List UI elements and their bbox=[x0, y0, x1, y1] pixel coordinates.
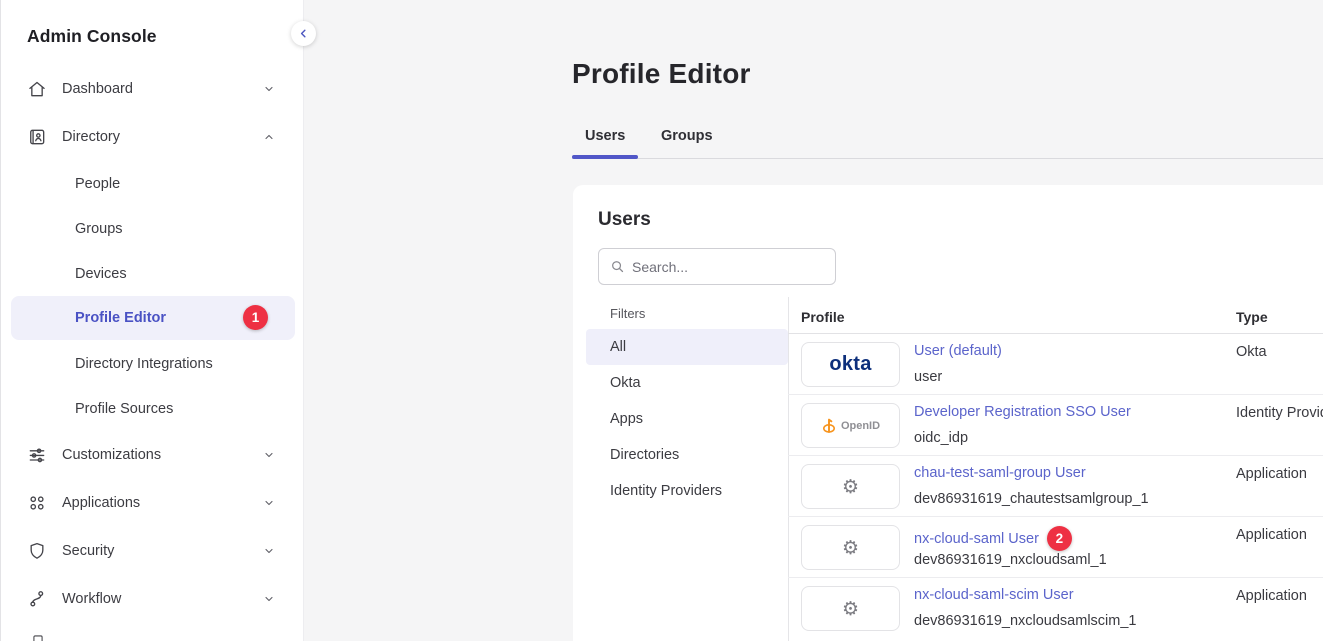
workflow-icon bbox=[27, 589, 47, 609]
page-title: Profile Editor bbox=[572, 58, 751, 90]
profile-id: dev86931619_nxcloudsamlscim_1 bbox=[914, 613, 1136, 629]
tab-bar-divider bbox=[572, 158, 1323, 159]
sidebar-item-people[interactable]: People bbox=[1, 161, 303, 206]
column-header-profile: Profile bbox=[801, 309, 845, 325]
sidebar-item-profile-sources[interactable]: Profile Sources bbox=[1, 386, 303, 431]
home-icon bbox=[27, 79, 47, 99]
app-title: Admin Console bbox=[27, 26, 157, 47]
profile-id: dev86931619_chautestsamlgroup_1 bbox=[914, 491, 1149, 507]
profile-id: dev86931619_nxcloudsaml_1 bbox=[914, 552, 1107, 568]
table-row: OpenID Developer Registration SSO User o… bbox=[573, 395, 1323, 456]
chevron-down-icon bbox=[263, 545, 275, 557]
profile-type: Application bbox=[1236, 588, 1307, 604]
chevron-down-icon bbox=[263, 497, 275, 509]
sidebar-item-label: Groups bbox=[75, 221, 123, 237]
contact-card-icon bbox=[27, 127, 47, 147]
search-box[interactable] bbox=[598, 248, 836, 285]
sidebar-item-applications[interactable]: Applications bbox=[1, 479, 303, 527]
sidebar-item-label: Profile Sources bbox=[75, 401, 173, 417]
profile-link[interactable]: User (default) bbox=[914, 343, 1002, 359]
shield-icon bbox=[27, 541, 47, 561]
sidebar-item-directory[interactable]: Directory bbox=[1, 113, 303, 161]
gear-icon: ⚙︎ bbox=[842, 476, 859, 498]
sliders-icon bbox=[27, 445, 47, 465]
sidebar-collapse-button[interactable] bbox=[291, 21, 316, 46]
app-logo-placeholder: ⚙︎ bbox=[801, 464, 900, 509]
openid-icon bbox=[821, 417, 837, 435]
sidebar-item-label: Customizations bbox=[62, 447, 161, 463]
profile-type: Okta bbox=[1236, 344, 1267, 360]
tab-groups[interactable]: Groups bbox=[661, 128, 713, 144]
gear-icon: ⚙︎ bbox=[842, 537, 859, 559]
step-badge-2: 2 bbox=[1047, 526, 1072, 551]
profile-link[interactable]: Developer Registration SSO User bbox=[914, 404, 1131, 420]
table-row: ⚙︎ nx-cloud-saml User 2 dev86931619_nxcl… bbox=[573, 517, 1323, 578]
profile-link[interactable]: chau-test-saml-group User bbox=[914, 465, 1086, 481]
step-badge-1: 1 bbox=[243, 305, 268, 330]
sidebar-item-label: Devices bbox=[75, 266, 127, 282]
sidebar-item-security[interactable]: Security bbox=[1, 527, 303, 575]
table-row: ⚙︎ chau-test-saml-group User dev86931619… bbox=[573, 456, 1323, 517]
sidebar-item-label: Profile Editor bbox=[75, 310, 166, 326]
sidebar-item-profile-editor[interactable]: Profile Editor 1 bbox=[11, 296, 295, 340]
profile-id: oidc_idp bbox=[914, 430, 968, 446]
chevron-up-icon bbox=[263, 131, 275, 143]
sidebar-item-label: Applications bbox=[62, 495, 140, 511]
partial-item-icon bbox=[31, 633, 45, 641]
sidebar-item-dashboard[interactable]: Dashboard bbox=[1, 65, 303, 113]
table-row: ⚙︎ nx-cloud-saml-scim User dev86931619_n… bbox=[573, 578, 1323, 639]
table-row: okta User (default) user Okta bbox=[573, 334, 1323, 395]
admin-console-app: Admin Console Dashboard Directory People bbox=[0, 0, 1323, 641]
column-header-type: Type bbox=[1236, 309, 1268, 325]
sidebar: Admin Console Dashboard Directory People bbox=[1, 0, 303, 641]
gear-icon: ⚙︎ bbox=[842, 598, 859, 620]
filters-label: Filters bbox=[610, 306, 645, 321]
sidebar-item-label: Security bbox=[62, 543, 114, 559]
chevron-down-icon bbox=[263, 593, 275, 605]
users-card: Users Filters All Okta Apps Directories … bbox=[573, 185, 1323, 641]
tab-users[interactable]: Users bbox=[585, 128, 625, 144]
okta-logo: okta bbox=[801, 342, 900, 387]
chevron-down-icon bbox=[263, 83, 275, 95]
sidebar-item-label: People bbox=[75, 176, 120, 192]
profile-id: user bbox=[914, 369, 942, 385]
profile-type: Application bbox=[1236, 466, 1307, 482]
app-logo-placeholder: ⚙︎ bbox=[801, 525, 900, 570]
app-grid-icon bbox=[27, 493, 47, 513]
sidebar-item-customizations[interactable]: Customizations bbox=[1, 431, 303, 479]
sidebar-item-label: Directory bbox=[62, 129, 120, 145]
sidebar-item-groups[interactable]: Groups bbox=[1, 206, 303, 251]
openid-logo: OpenID bbox=[801, 403, 900, 448]
profile-type: Application bbox=[1236, 527, 1307, 543]
search-icon bbox=[610, 259, 625, 274]
chevron-down-icon bbox=[263, 449, 275, 461]
search-input[interactable] bbox=[632, 259, 835, 275]
active-tab-indicator bbox=[572, 155, 638, 159]
profile-type: Identity Provider bbox=[1236, 405, 1323, 421]
sidebar-item-workflow[interactable]: Workflow bbox=[1, 575, 303, 623]
card-heading: Users bbox=[598, 209, 651, 231]
profile-link[interactable]: nx-cloud-saml User bbox=[914, 531, 1039, 547]
chevron-left-icon bbox=[297, 27, 310, 40]
profile-link[interactable]: nx-cloud-saml-scim User bbox=[914, 587, 1074, 603]
sidebar-item-devices[interactable]: Devices bbox=[1, 251, 303, 296]
sidebar-item-label: Workflow bbox=[62, 591, 121, 607]
app-logo-placeholder: ⚙︎ bbox=[801, 586, 900, 631]
sidebar-item-directory-integrations[interactable]: Directory Integrations bbox=[1, 341, 303, 386]
sidebar-item-label: Directory Integrations bbox=[75, 356, 213, 372]
sidebar-item-label: Dashboard bbox=[62, 81, 133, 97]
